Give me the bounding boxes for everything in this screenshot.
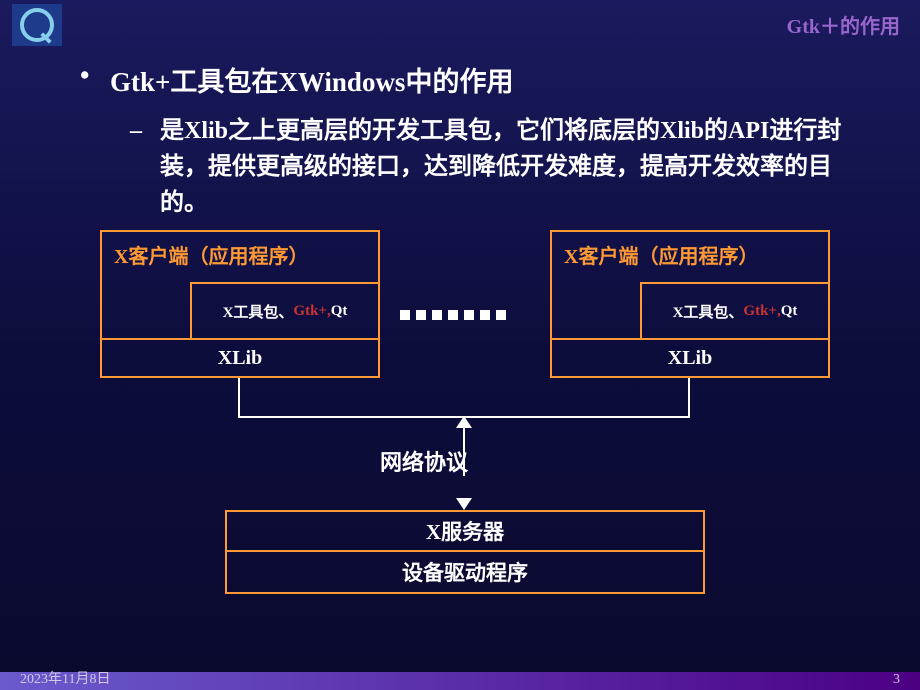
connector-line [688,378,690,418]
footer-page-number: 3 [893,672,900,688]
dot-icon [496,310,506,320]
connector-line [238,378,240,418]
xlib-box-right: XLib [550,338,830,378]
architecture-diagram: X客户端（应用程序） X工具包、Gtk+,Qt XLib X客户端（应用程序） … [0,230,920,630]
xserver-row: X服务器 [227,512,703,552]
server-box: X服务器 设备驱动程序 [225,510,705,594]
footer-date: 2023年11月8日 [20,668,110,688]
toolkit-prefix: X工具包、 [223,301,294,322]
arrow-down-icon [456,498,472,510]
toolkit-gtk-r: Gtk+, [743,303,780,320]
client-box-left: X客户端（应用程序） X工具包、Gtk+,Qt XLib [100,230,380,378]
arrow-up-icon [456,416,472,428]
sub-bullet: 是Xlib之上更高层的开发工具包，它们将底层的Xlib的API进行封装，提供更高… [70,113,850,221]
dot-icon [432,310,442,320]
dot-icon [464,310,474,320]
toolkit-box-left: X工具包、Gtk+,Qt [190,282,380,340]
toolkit-box-right: X工具包、Gtk+,Qt [640,282,830,340]
slide-header-title: Gtk＋的作用 [787,10,900,39]
dot-icon [416,310,426,320]
protocol-label: 网络协议 [380,445,468,477]
driver-row: 设备驱动程序 [227,552,703,592]
toolkit-gtk: Gtk+, [293,303,330,320]
main-bullet: Gtk+工具包在XWindows中的作用 [70,60,850,99]
toolkit-prefix-r: X工具包、 [673,301,744,322]
toolkit-suffix: Qt [331,303,348,320]
ellipsis-dots [400,310,506,320]
dot-icon [480,310,490,320]
dot-icon [448,310,458,320]
toolkit-suffix-r: Qt [781,303,798,320]
content-area: Gtk+工具包在XWindows中的作用 是Xlib之上更高层的开发工具包，它们… [0,0,920,221]
client-title-right: X客户端（应用程序） [552,232,828,277]
client-box-right: X客户端（应用程序） X工具包、Gtk+,Qt XLib [550,230,830,378]
dot-icon [400,310,410,320]
logo-icon [12,4,62,46]
logo-q-shape [20,8,54,42]
client-title-left: X客户端（应用程序） [102,232,378,277]
xlib-box-left: XLib [100,338,380,378]
footer-bar [0,672,920,690]
